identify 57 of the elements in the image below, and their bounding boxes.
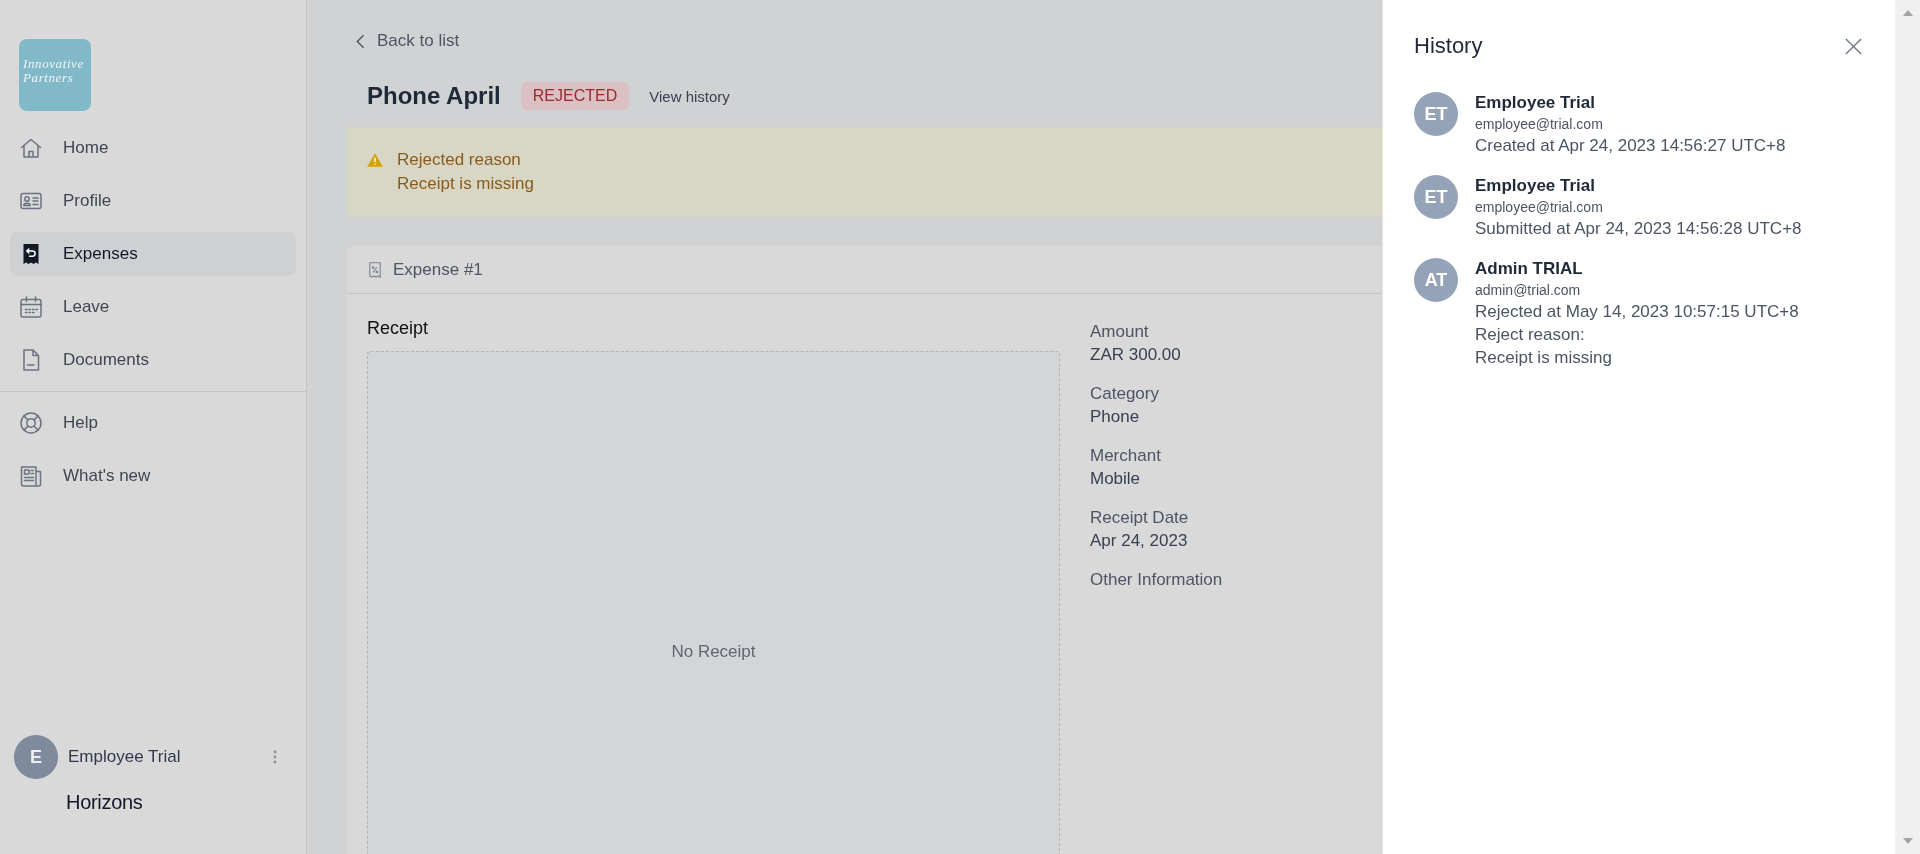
nav-item[interactable]: Expenses: [10, 232, 296, 276]
nav-item[interactable]: What's new: [10, 454, 296, 498]
home-icon: [20, 137, 42, 159]
warning-icon: [367, 153, 383, 167]
user-avatar: AT: [1414, 258, 1458, 302]
alert-title: Rejected reason: [397, 149, 522, 171]
scroll-up-icon[interactable]: [1902, 10, 1913, 16]
field-value: ZAR 300.00: [1090, 344, 1181, 366]
alert-message: Receipt is missing: [397, 173, 534, 195]
scroll-down-icon[interactable]: [1902, 838, 1913, 844]
view-history-link[interactable]: View history: [649, 87, 730, 105]
calendar-icon: [20, 296, 42, 318]
user-avatar: ET: [1414, 175, 1458, 219]
history-detail: Rejected at May 14, 2023 10:57:15 UTC+8: [1475, 301, 1799, 323]
close-icon[interactable]: [1845, 37, 1862, 55]
history-detail: Submitted at Apr 24, 2023 14:56:28 UTC+8: [1475, 218, 1802, 240]
field-value: Mobile: [1090, 468, 1141, 490]
lifebuoy-icon: [20, 412, 42, 434]
nav-item[interactable]: Profile: [10, 179, 296, 223]
history-user-name: Admin TRIAL: [1475, 258, 1583, 280]
field-label: Category: [1090, 383, 1159, 405]
nav-item[interactable]: Home: [10, 126, 296, 170]
field-value: Apr 24, 2023: [1090, 530, 1188, 552]
back-link[interactable]: Back to list: [347, 30, 460, 52]
nav-item[interactable]: Help: [10, 401, 296, 445]
history-user-email: employee@trial.com: [1475, 115, 1603, 134]
scrollbar[interactable]: [1895, 0, 1920, 854]
chevron-left-icon: [356, 33, 365, 49]
field-label: Amount: [1090, 321, 1149, 343]
receipt-label: Receipt: [367, 317, 429, 340]
document-icon: [20, 349, 42, 371]
field-label: Other Information: [1090, 569, 1223, 591]
status-badge: REJECTED: [520, 82, 630, 110]
user-avatar: ET: [1414, 92, 1458, 136]
history-user-email: employee@trial.com: [1475, 198, 1603, 217]
expense-title: Expense #1: [393, 259, 483, 280]
company-logo: Innovative Partners: [19, 39, 91, 111]
history-detail: Created at Apr 24, 2023 14:56:27 UTC+8: [1475, 135, 1786, 157]
brand-logo: Horizons: [66, 790, 143, 814]
field-value: Phone: [1090, 406, 1140, 428]
history-user-name: Employee Trial: [1475, 92, 1595, 114]
newspaper-icon: [20, 465, 42, 487]
field-label: Receipt Date: [1090, 507, 1189, 529]
receipt-icon: [369, 261, 381, 278]
drawer-title: History: [1414, 32, 1483, 60]
history-detail: Reject reason:: [1475, 324, 1585, 346]
history-user-email: admin@trial.com: [1475, 281, 1581, 300]
no-receipt-text: No Receipt: [671, 641, 756, 663]
more-options-icon[interactable]: [273, 750, 277, 764]
field-label: Merchant: [1090, 445, 1161, 467]
history-detail: Receipt is missing: [1475, 347, 1612, 369]
page-title: Phone April: [367, 81, 501, 111]
nav-item[interactable]: Leave: [10, 285, 296, 329]
history-user-name: Employee Trial: [1475, 175, 1595, 197]
nav-item[interactable]: Documents: [10, 338, 296, 382]
user-name: Employee Trial: [68, 747, 181, 767]
id-card-icon: [20, 190, 42, 212]
